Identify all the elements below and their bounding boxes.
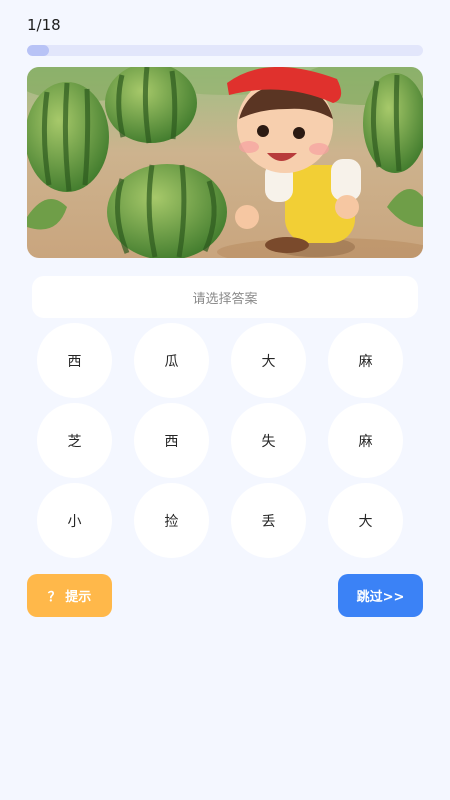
character-choice-button[interactable]: 捡 xyxy=(134,483,209,558)
character-choice-button[interactable]: 大 xyxy=(328,483,403,558)
puzzle-image xyxy=(27,67,423,258)
character-choice-button[interactable]: 芝 xyxy=(37,403,112,478)
character-choice-button[interactable]: 麻 xyxy=(328,403,403,478)
character-choice-button[interactable]: 失 xyxy=(231,403,306,478)
character-choice-button[interactable]: 西 xyxy=(37,323,112,398)
answer-field[interactable]: 请选择答案 xyxy=(32,276,418,318)
character-choice-grid: 西 瓜 大 麻 芝 西 失 麻 小 捡 丢 大 xyxy=(37,323,403,558)
hint-button[interactable]: ？ 提示 xyxy=(27,574,112,617)
question-counter: 1/18 xyxy=(27,16,61,34)
skip-button[interactable]: 跳过>> xyxy=(338,574,423,617)
character-choice-button[interactable]: 小 xyxy=(37,483,112,558)
character-choice-button[interactable]: 丢 xyxy=(231,483,306,558)
character-choice-button[interactable]: 西 xyxy=(134,403,209,478)
progress-bar xyxy=(27,45,423,56)
character-choice-button[interactable]: 大 xyxy=(231,323,306,398)
character-choice-button[interactable]: 瓜 xyxy=(134,323,209,398)
character-choice-button[interactable]: 麻 xyxy=(328,323,403,398)
progress-fill xyxy=(27,45,50,56)
